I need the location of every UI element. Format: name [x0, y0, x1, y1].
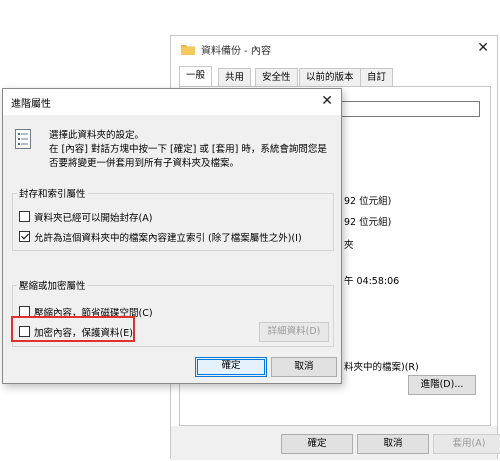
compress-encrypt-group-title: 壓縮或加密屬性 [17, 278, 88, 292]
created-value: 午 04:58:06 [344, 276, 400, 287]
dialog-title: 進階屬性 [11, 99, 51, 110]
dialog-ok-button[interactable]: 確定 [195, 357, 267, 377]
archive-index-group-title: 封存和索引屬性 [17, 186, 88, 200]
tab-sharing[interactable]: 共用 [218, 68, 252, 86]
tab-security[interactable]: 安全性 [255, 68, 298, 86]
archive-checkbox[interactable] [19, 211, 30, 222]
size-on-disk-value: 92 位元組) [344, 217, 392, 228]
close-icon[interactable]: ✕ [477, 40, 489, 56]
size-value: 92 位元組) [344, 196, 392, 207]
properties-titlebar: 資料備份 - 內容 ✕ [171, 36, 497, 64]
index-checkbox[interactable] [19, 231, 30, 242]
dialog-description: 選擇此資料夾的設定。 [49, 130, 145, 141]
properties-apply-button[interactable]: 套用(A) [433, 434, 500, 454]
contains-value: 夾 [344, 240, 354, 251]
tab-general[interactable]: 一般 [179, 66, 213, 87]
advanced-button[interactable]: 進階(D)... [408, 375, 476, 395]
properties-ok-button[interactable]: 確定 [281, 434, 353, 454]
dialog-cancel-button[interactable]: 取消 [271, 357, 337, 377]
folder-icon [181, 45, 195, 55]
dialog-description-detail: 在 [內容] 對話方塊中按一下 [確定] 或 [套用] 時，系統會詢問您是否要將… [49, 144, 327, 169]
index-label[interactable]: 允許為這個資料夾中的檔案內容建立索引 (除了檔案屬性之外)(I) [34, 230, 302, 244]
tab-customize[interactable]: 自訂 [360, 68, 394, 86]
dialog-titlebar: 進階屬性 ✕ [3, 89, 341, 115]
tab-previous-versions[interactable]: 以前的版本 [299, 68, 361, 86]
settings-list-icon [15, 129, 31, 149]
properties-title: 資料備份 - 內容 [201, 46, 271, 57]
archive-label[interactable]: 資料夾已經可以開始封存(A) [34, 210, 152, 224]
encrypt-highlight-box [11, 316, 135, 342]
details-button[interactable]: 詳細資料(D) [259, 322, 329, 342]
close-icon[interactable]: ✕ [321, 93, 333, 109]
properties-cancel-button[interactable]: 取消 [357, 434, 429, 454]
attributes-readonly-label: 料夾中的檔案)(R) [344, 362, 419, 373]
